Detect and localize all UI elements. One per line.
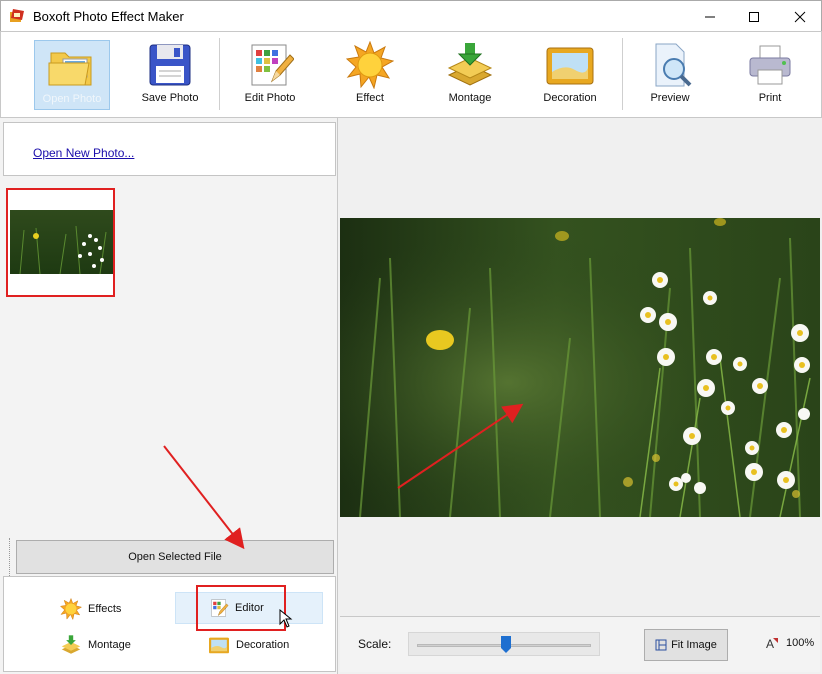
splitter-handle[interactable] <box>9 538 10 576</box>
montage-layers-icon <box>447 43 493 86</box>
save-photo-label: Save Photo <box>141 92 199 104</box>
photo-viewer: Scale: Fit Image A 100% <box>338 118 822 674</box>
floppy-disk-icon <box>149 44 191 86</box>
fit-image-button[interactable]: Fit Image <box>644 629 728 661</box>
grass-daisies-photo <box>340 218 820 517</box>
zoom-percent: 100% <box>786 637 815 649</box>
edit-photo-label: Edit Photo <box>244 92 296 104</box>
main-photo <box>340 218 820 517</box>
open-photo-button[interactable]: Open Photo <box>34 40 110 110</box>
minimize-icon <box>705 16 715 17</box>
montage-button[interactable]: Montage <box>432 40 508 110</box>
open-photo-label: Open Photo <box>42 93 102 105</box>
window-title: Boxoft Photo Effect Maker <box>33 9 184 24</box>
slider-thumb[interactable] <box>500 636 511 653</box>
scale-slider[interactable] <box>408 632 600 656</box>
printer-icon <box>749 45 791 85</box>
app-icon <box>10 9 24 22</box>
picture-frame-icon <box>546 47 594 85</box>
effects-button[interactable]: Effects <box>60 595 170 623</box>
print-button[interactable]: Print <box>732 40 808 110</box>
photo-thumbnail[interactable] <box>6 188 115 297</box>
maximize-button[interactable] <box>731 1 777 32</box>
tool-shortcuts-panel: Effects Editor Montage Decoration <box>3 576 336 672</box>
decoration-shortcut-label: Decoration <box>236 639 290 651</box>
toolbar-separator <box>219 38 220 110</box>
effect-label: Effect <box>356 92 384 104</box>
close-button[interactable] <box>777 1 822 32</box>
sun-icon <box>346 41 394 89</box>
close-icon <box>794 11 806 22</box>
scale-label: Scale: <box>358 637 392 651</box>
preview-button[interactable]: Preview <box>632 40 708 110</box>
main-toolbar: Open Photo Save Photo Edit Photo Effect … <box>0 31 822 118</box>
montage-label: Montage <box>448 92 492 104</box>
montage-layers-icon <box>61 635 81 654</box>
open-photo-box: Open New Photo... <box>3 122 336 176</box>
left-panel: Open New Photo... Open Selected File Eff… <box>0 118 338 674</box>
decoration-label: Decoration <box>543 92 597 104</box>
title-bar: Boxoft Photo Effect Maker <box>0 0 822 31</box>
minimize-button[interactable] <box>687 1 733 32</box>
montage-shortcut-label: Montage <box>88 639 131 651</box>
edit-grid-pencil-icon <box>251 44 294 86</box>
open-selected-file-button[interactable]: Open Selected File <box>16 540 334 574</box>
mouse-cursor-icon <box>279 609 293 628</box>
effects-label: Effects <box>88 603 122 615</box>
print-label: Print <box>758 92 782 104</box>
open-new-photo-link[interactable]: Open New Photo... <box>33 146 134 160</box>
save-photo-button[interactable]: Save Photo <box>132 40 208 110</box>
effect-button[interactable]: Effect <box>332 40 408 110</box>
thumbnail-image <box>10 210 113 274</box>
viewer-controls: Scale: Fit Image A 100% <box>340 616 820 672</box>
magnifier-page-icon <box>655 43 692 87</box>
toolbar-separator <box>622 38 623 110</box>
decoration-shortcut-button[interactable]: Decoration <box>208 631 318 659</box>
grass-flowers-thumbnail <box>10 210 113 274</box>
fit-image-label: Fit Image <box>671 639 717 651</box>
actual-size-icon[interactable]: A <box>764 635 780 651</box>
folder-photo-icon <box>48 52 92 86</box>
sun-icon <box>60 598 82 620</box>
fit-image-icon <box>655 639 667 651</box>
picture-frame-icon <box>209 637 229 654</box>
preview-label: Preview <box>650 92 690 104</box>
edit-photo-button[interactable]: Edit Photo <box>232 40 308 110</box>
decoration-button[interactable]: Decoration <box>532 40 608 110</box>
annotation-highlight-box <box>196 585 286 631</box>
montage-shortcut-button[interactable]: Montage <box>60 631 170 659</box>
svg-text:A: A <box>766 637 774 651</box>
maximize-icon <box>749 11 759 22</box>
